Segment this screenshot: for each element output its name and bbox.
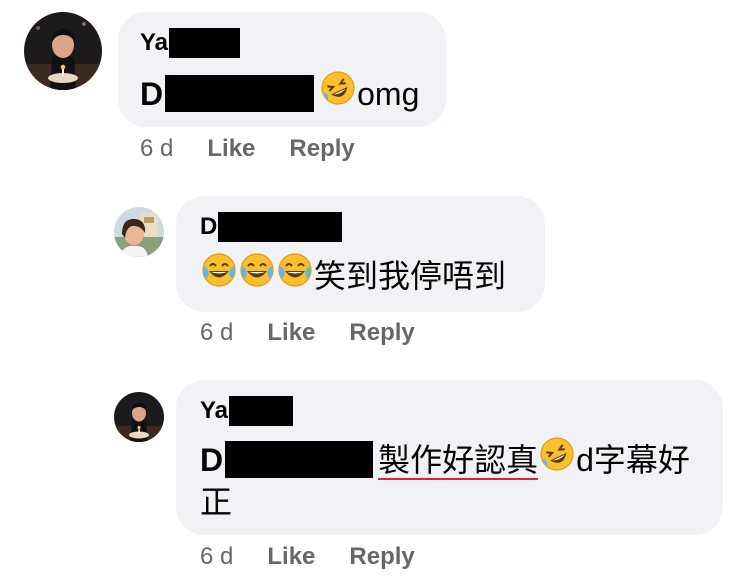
comment-text-body: 笑到我停唔到 <box>314 258 507 294</box>
rolling-on-floor-laughing-icon <box>319 69 357 118</box>
rolling-on-floor-laughing-icon <box>538 435 576 484</box>
name-text: Ya <box>200 397 229 424</box>
name-text: D <box>200 213 218 240</box>
comment-text: D 製作好認真 d字幕好 <box>200 435 690 484</box>
avatar[interactable] <box>114 207 164 257</box>
face-with-tears-of-joy-icon <box>200 251 238 300</box>
mentioned-name[interactable]: D <box>200 442 223 478</box>
avatar[interactable] <box>114 392 164 442</box>
comment-text-body: d字幕好 <box>576 442 690 478</box>
reply-button[interactable]: Reply <box>349 542 414 572</box>
spellcheck-underlined-text: 製作好認真 <box>378 442 539 480</box>
name-text: Ya <box>140 29 169 56</box>
timestamp[interactable]: 6 d <box>200 542 233 572</box>
comment-text: 笑到我停唔到 <box>200 251 507 300</box>
face-with-tears-of-joy-icon <box>276 251 314 300</box>
face-with-tears-of-joy-icon <box>238 251 276 300</box>
timestamp[interactable]: 6 d <box>200 318 233 348</box>
avatar[interactable] <box>24 12 102 90</box>
reply-button[interactable]: Reply <box>289 134 354 164</box>
redaction-bar <box>218 212 343 242</box>
comment-text: D omg <box>140 69 420 118</box>
reply-button[interactable]: Reply <box>349 318 414 348</box>
comment-text-body: 正 <box>200 484 233 520</box>
redaction-bar <box>165 75 315 112</box>
comment-actions: 6 d Like Reply <box>200 318 449 348</box>
comment-actions: 6 d Like Reply <box>140 134 389 164</box>
commenter-name[interactable]: Ya <box>140 28 241 58</box>
mentioned-name[interactable]: D <box>140 76 163 112</box>
comment-text-body: omg <box>357 76 420 112</box>
redaction-bar <box>225 441 374 478</box>
timestamp[interactable]: 6 d <box>140 134 173 164</box>
comment-text-line-2: 正 <box>200 480 232 524</box>
redaction-bar <box>229 396 294 426</box>
commenter-name[interactable]: D <box>200 212 343 242</box>
redaction-bar <box>169 28 241 58</box>
commenter-name[interactable]: Ya <box>200 396 294 426</box>
like-button[interactable]: Like <box>267 318 315 348</box>
comment-actions: 6 d Like Reply <box>200 542 449 572</box>
like-button[interactable]: Like <box>267 542 315 572</box>
like-button[interactable]: Like <box>207 134 255 164</box>
